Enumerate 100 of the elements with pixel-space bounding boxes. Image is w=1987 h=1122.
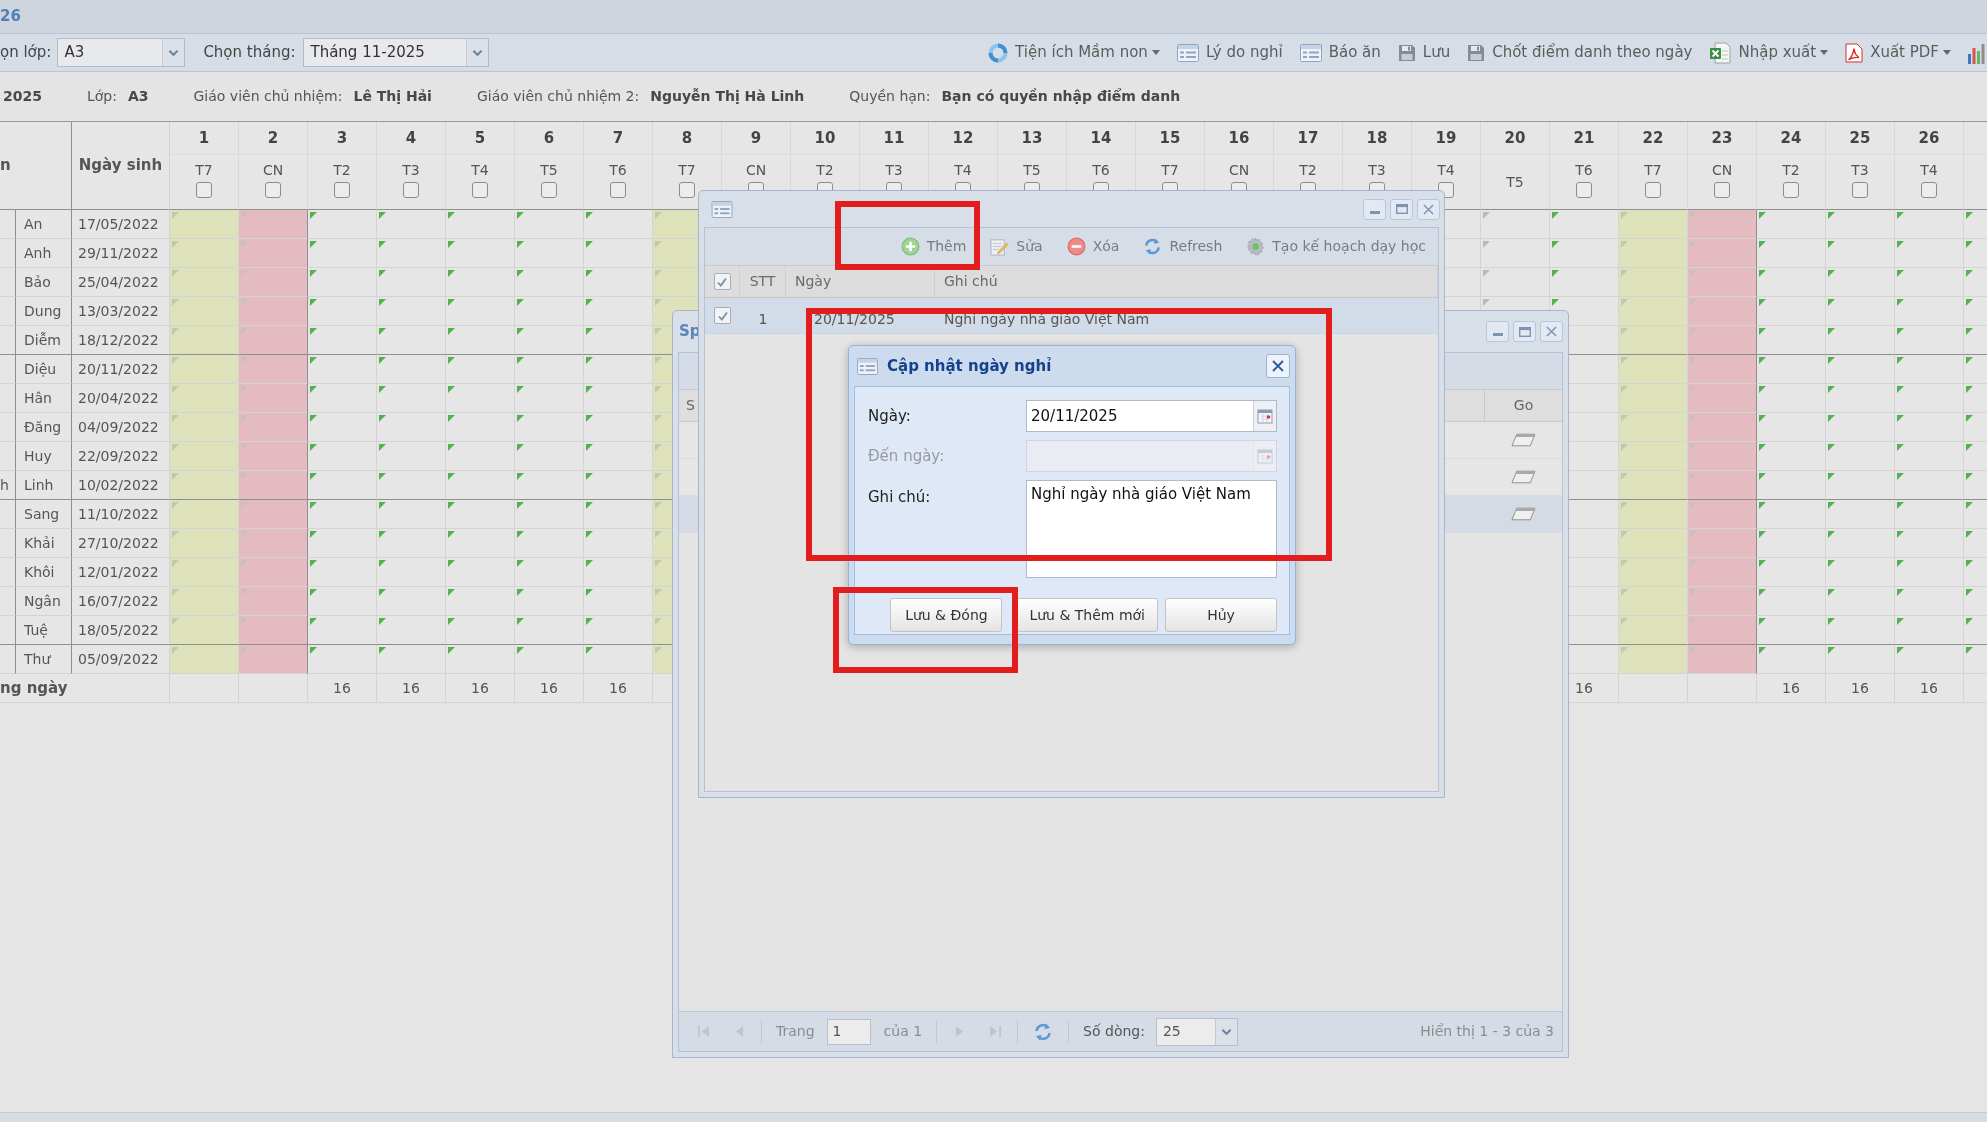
- checkbox[interactable]: [714, 307, 731, 324]
- checkbox[interactable]: [1852, 182, 1868, 198]
- corner-triangle-icon: [1966, 647, 1973, 654]
- attendance-cell[interactable]: [239, 210, 308, 239]
- checkbox[interactable]: [1714, 182, 1730, 198]
- checkbox[interactable]: [1576, 182, 1592, 198]
- maximize-button[interactable]: [1390, 198, 1413, 220]
- checkbox[interactable]: [403, 182, 419, 198]
- attendance-cell[interactable]: [1688, 587, 1757, 616]
- weekday-label: CN: [1228, 162, 1250, 179]
- export-pdf-button[interactable]: Xuất PDF: [1845, 41, 1951, 64]
- delete-button[interactable]: Xóa: [1066, 236, 1120, 257]
- corner-triangle-icon: [1828, 531, 1835, 538]
- attendance-cell[interactable]: [1688, 558, 1757, 587]
- attendance-cell[interactable]: [1688, 239, 1757, 268]
- attendance-cell[interactable]: [239, 413, 308, 442]
- attendance-cell[interactable]: [1688, 645, 1757, 674]
- attendance-cell[interactable]: [239, 239, 308, 268]
- checkbox[interactable]: [1783, 182, 1799, 198]
- attendance-cell[interactable]: [1688, 442, 1757, 471]
- attendance-cell[interactable]: [1688, 616, 1757, 645]
- attendance-cell[interactable]: [1688, 529, 1757, 558]
- checkbox[interactable]: [541, 182, 557, 198]
- attendance-cell[interactable]: [1688, 413, 1757, 442]
- refresh-button[interactable]: Refresh: [1143, 236, 1223, 257]
- save-button[interactable]: Lưu: [1397, 41, 1451, 64]
- add-button[interactable]: Thêm: [900, 236, 967, 257]
- corner-triangle-icon: [586, 531, 593, 538]
- column-header: 25: [1826, 122, 1895, 155]
- create-plan-button[interactable]: Tạo kế hoạch dạy học: [1246, 236, 1426, 257]
- absence-reasons-button[interactable]: Lý do nghỉ: [1176, 41, 1283, 64]
- checkbox[interactable]: [1645, 182, 1661, 198]
- chart-button[interactable]: [1968, 41, 1985, 64]
- checkbox[interactable]: [679, 182, 695, 198]
- import-export-button[interactable]: Nhập xuất: [1709, 41, 1829, 64]
- close-button[interactable]: [1417, 198, 1440, 220]
- corner-triangle-icon: [1759, 473, 1766, 480]
- checkbox[interactable]: [1921, 182, 1937, 198]
- attendance-cell[interactable]: [239, 558, 308, 587]
- utilities-menu-button[interactable]: Tiện ích Mầm non: [988, 41, 1160, 64]
- attendance-cell[interactable]: [239, 500, 308, 529]
- weekday-label: T4: [471, 162, 489, 179]
- corner-triangle-icon: [1897, 502, 1904, 509]
- attendance-cell[interactable]: [1688, 355, 1757, 384]
- checkbox[interactable]: [472, 182, 488, 198]
- attendance-cell[interactable]: [239, 645, 308, 674]
- attendance-cell[interactable]: [239, 616, 308, 645]
- corner-triangle-icon: [379, 241, 386, 248]
- maximize-button[interactable]: [1513, 321, 1536, 342]
- corner-triangle-icon: [1828, 212, 1835, 219]
- attendance-cell[interactable]: [239, 529, 308, 558]
- month-select[interactable]: Tháng 11-2025: [303, 38, 490, 67]
- attendance-cell[interactable]: [1688, 384, 1757, 413]
- checkbox[interactable]: [713, 273, 731, 290]
- date-field[interactable]: 20/11/2025: [1026, 400, 1277, 432]
- lock-attendance-button[interactable]: Chốt điểm danh theo ngày: [1467, 41, 1693, 64]
- attendance-cell[interactable]: [239, 442, 308, 471]
- attendance-cell[interactable]: [239, 326, 308, 355]
- page-size-select[interactable]: 25: [1155, 1017, 1238, 1046]
- attendance-cell[interactable]: [239, 587, 308, 616]
- page-field[interactable]: 1: [826, 1018, 871, 1045]
- corner-triangle-icon: [517, 618, 524, 625]
- attendance-cell[interactable]: [1688, 471, 1757, 500]
- attendance-cell[interactable]: [239, 268, 308, 297]
- calendar-icon[interactable]: [1257, 408, 1273, 424]
- attendance-cell[interactable]: [1688, 210, 1757, 239]
- attendance-cell[interactable]: [1688, 297, 1757, 326]
- attendance-cell[interactable]: [239, 384, 308, 413]
- corner-triangle-icon: [1759, 589, 1766, 596]
- corner-triangle-icon: [1759, 647, 1766, 654]
- checkbox[interactable]: [610, 182, 626, 198]
- attendance-cell[interactable]: [1688, 500, 1757, 529]
- minimize-button[interactable]: [1486, 321, 1509, 342]
- minimize-button[interactable]: [1363, 198, 1386, 220]
- attendance-cell[interactable]: [1688, 268, 1757, 297]
- eraser-icon[interactable]: [1510, 433, 1536, 447]
- close-button[interactable]: [1266, 354, 1290, 378]
- attendance-cell[interactable]: [239, 471, 308, 500]
- class-select[interactable]: A3: [57, 38, 186, 67]
- corner-triangle-icon: [586, 647, 593, 654]
- floppy-icon: [1467, 43, 1486, 62]
- eraser-icon[interactable]: [1510, 507, 1536, 521]
- attendance-cell[interactable]: [239, 297, 308, 326]
- save-close-button[interactable]: Lưu & Đóng: [890, 598, 1003, 632]
- save-new-button[interactable]: Lưu & Thêm mới: [1016, 598, 1158, 632]
- attendance-cell[interactable]: [1688, 326, 1757, 355]
- checkbox[interactable]: [196, 182, 212, 198]
- eraser-icon[interactable]: [1510, 470, 1536, 484]
- corner-triangle-icon: [655, 415, 662, 422]
- corner-triangle-icon: [517, 357, 524, 364]
- attendance-cell[interactable]: [239, 355, 308, 384]
- cancel-button[interactable]: Hủy: [1165, 598, 1277, 632]
- edit-button[interactable]: Sửa: [990, 236, 1043, 257]
- note-field[interactable]: Nghỉ ngày nhà giáo Việt Nam: [1026, 480, 1277, 578]
- checkbox[interactable]: [265, 182, 281, 198]
- corner-triangle-icon: [1828, 502, 1835, 509]
- meal-report-button[interactable]: Báo ăn: [1299, 41, 1381, 64]
- corner-triangle-icon: [586, 415, 593, 422]
- checkbox[interactable]: [334, 182, 350, 198]
- close-button[interactable]: [1540, 321, 1563, 342]
